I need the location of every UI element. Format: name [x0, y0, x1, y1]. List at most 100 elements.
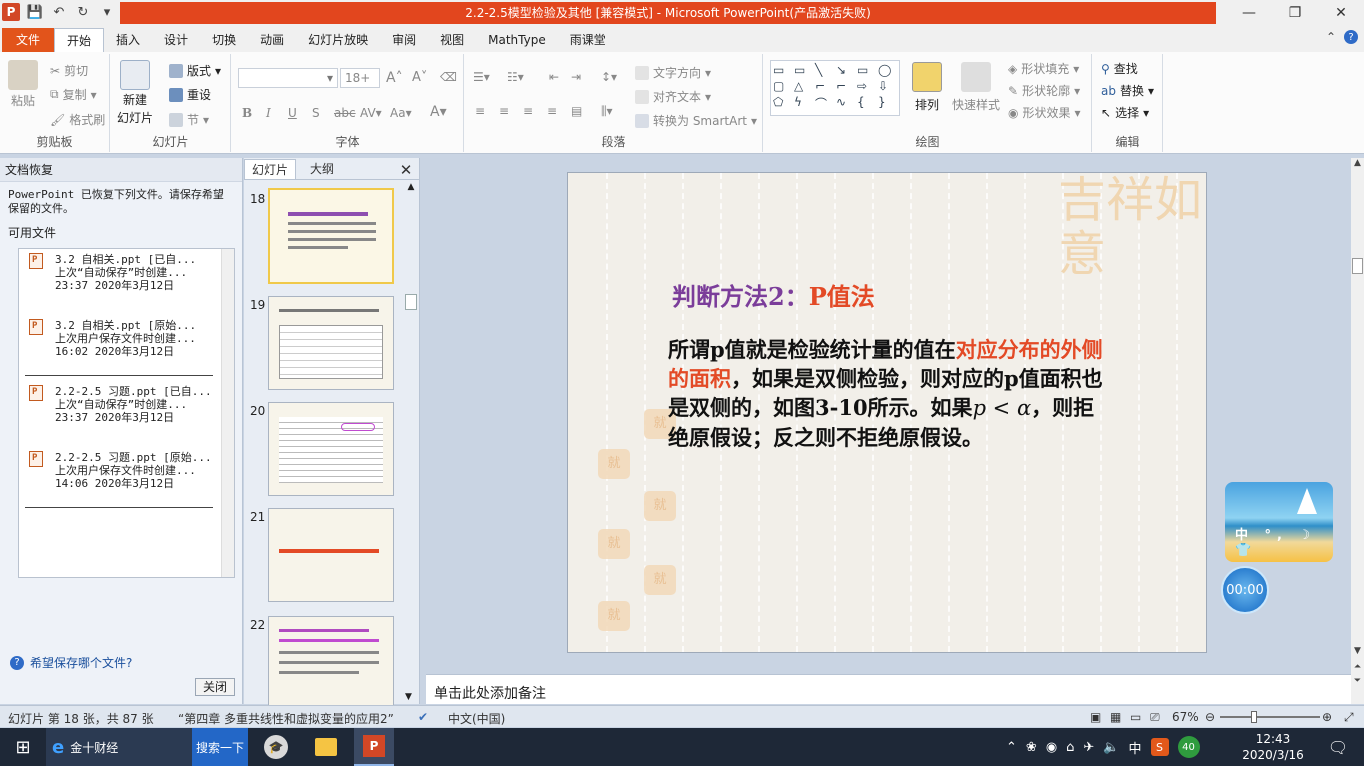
clear-format-icon[interactable]: ⌫ [440, 70, 457, 84]
reading-view-icon[interactable]: ▭ [1130, 710, 1141, 724]
line-shape-icon[interactable]: ╲ [815, 63, 835, 78]
fit-to-window-icon[interactable]: ⤢ [1344, 710, 1354, 725]
strikethrough-icon[interactable]: abc [334, 106, 356, 120]
ime-skin-widget[interactable]: 中 °, ☽ 👕 [1225, 482, 1333, 562]
columns-icon[interactable]: ⫼▾ [601, 104, 613, 119]
paste-button[interactable]: 粘贴 [8, 60, 38, 109]
minimize-button[interactable]: — [1226, 0, 1272, 26]
tab-slides[interactable]: 幻灯片 [244, 159, 296, 179]
connector-icon[interactable]: ⌐ [815, 79, 835, 94]
line-spacing-icon[interactable]: ↕▾ [601, 70, 617, 84]
left-brace-icon[interactable]: { [857, 95, 877, 113]
tab-animations[interactable]: 动画 [248, 28, 296, 52]
help-icon[interactable]: ? [1344, 30, 1358, 44]
scroll-thumb[interactable] [1352, 258, 1363, 274]
copy-button[interactable]: ⧉ 复制 ▾ [50, 86, 97, 103]
file-explorer-icon[interactable] [306, 728, 346, 766]
oval-shape-icon[interactable]: ◯ [878, 63, 898, 78]
tab-file[interactable]: 文件 [2, 28, 55, 52]
shapes-gallery[interactable]: ▭ ▭ ╲ ↘ ▭ ◯ ▢ △ ⌐ ⌐ ⇨ ⇩ ⬠ ϟ ⌒ ∿{} [770, 60, 900, 116]
align-right-icon[interactable]: ≡ [523, 104, 533, 118]
lightning-icon[interactable]: ϟ [794, 95, 814, 113]
tab-view[interactable]: 视图 [428, 28, 476, 52]
increase-indent-icon[interactable]: ⇥ [571, 70, 581, 84]
redo-icon[interactable]: ↻ [74, 3, 92, 21]
scroll-thumb[interactable] [405, 294, 417, 310]
select-button[interactable]: ↖ 选择 ▾ [1101, 104, 1149, 121]
taskbar-browser-app[interactable]: e 金十财经 [46, 728, 192, 766]
tab-mathtype[interactable]: MathType [476, 28, 558, 52]
spellcheck-icon[interactable]: ✔ [418, 710, 428, 724]
zoom-slider[interactable] [1220, 716, 1320, 718]
align-center-icon[interactable]: ≡ [499, 104, 509, 118]
close-pane-icon[interactable]: ✕ [399, 160, 413, 180]
rectangle-shape-icon[interactable]: ▭ [857, 63, 877, 78]
slide-title[interactable]: 判断方法2：P值法 [672, 277, 875, 312]
font-name-select[interactable]: ▾ [238, 68, 338, 88]
notification-icon[interactable]: 🗨 [1318, 728, 1358, 766]
graduation-app-icon[interactable]: 🎓 [256, 728, 296, 766]
down-arrow-icon[interactable]: ⇩ [878, 79, 898, 94]
powerpoint-logo-icon[interactable]: P [2, 3, 20, 21]
slide-thumbnail[interactable] [268, 508, 394, 602]
scroll-up-icon[interactable]: ▲ [1351, 158, 1364, 168]
volume-icon[interactable]: 🔈 [1103, 740, 1119, 755]
tab-home[interactable]: 开始 [54, 28, 105, 52]
list-item[interactable]: 3.2 自相关.ppt [已自... 上次“自动保存”时创建... 23:37 … [25, 253, 215, 292]
tab-rain-classroom[interactable]: 雨课堂 [558, 28, 618, 52]
recording-timer[interactable]: 00:00 [1221, 566, 1269, 614]
decrease-indent-icon[interactable]: ⇤ [549, 70, 559, 84]
italic-icon[interactable]: I [266, 106, 271, 120]
close-recovery-button[interactable]: 关闭 [195, 678, 235, 696]
maximize-button[interactable]: ❐ [1272, 0, 1318, 26]
smartart-button[interactable]: 转换为 SmartArt ▾ [635, 112, 757, 129]
thumbnails-scrollbar[interactable]: ▲ ▼ [405, 182, 417, 702]
ime-toolbar[interactable]: 中 °, ☽ 👕 [1235, 524, 1333, 558]
which-file-help-link[interactable]: ? 希望保存哪个文件? [10, 654, 132, 671]
minimize-ribbon-icon[interactable]: ⌃ [1326, 30, 1336, 44]
elbow-connector-icon[interactable]: ⌐ [836, 79, 856, 94]
arrow-line-icon[interactable]: ↘ [836, 63, 856, 78]
scroll-down-icon[interactable]: ▼ [405, 692, 412, 702]
align-left-icon[interactable]: ≡ [475, 104, 485, 118]
arrange-button[interactable]: 排列 [912, 62, 942, 113]
normal-view-icon[interactable]: ▣ [1090, 710, 1101, 724]
shadow-icon[interactable]: S [312, 106, 320, 120]
qq-icon[interactable]: ◉ [1046, 740, 1057, 755]
grow-font-icon[interactable]: A˄ [386, 70, 403, 86]
clock[interactable]: 12:43 2020/3/16 [1240, 728, 1306, 766]
font-color-icon[interactable]: A▾ [430, 104, 447, 120]
justify-icon[interactable]: ≡ [547, 104, 557, 118]
previous-slide-icon[interactable]: ⏶ [1351, 662, 1364, 672]
find-button[interactable]: ⚲ 查找 [1101, 60, 1138, 77]
zoom-level[interactable]: 67% [1172, 710, 1199, 724]
customize-qat-icon[interactable]: ▾ [98, 3, 116, 21]
scroll-up-icon[interactable]: ▲ [405, 182, 417, 192]
curve-icon[interactable]: ⌒ [815, 95, 835, 113]
cut-button[interactable]: ✂ 剪切 [50, 62, 88, 79]
sogou-icon[interactable]: S [1150, 738, 1169, 756]
slide-thumbnail[interactable] [268, 188, 394, 284]
theme-name[interactable]: “第四章 多重共线性和虚拟变量的应用2” [178, 710, 394, 727]
slide-sorter-icon[interactable]: ▦ [1110, 710, 1121, 724]
font-size-select[interactable]: 18+ [340, 68, 380, 88]
scroll-down-icon[interactable]: ▼ [1351, 646, 1364, 656]
shape-outline-button[interactable]: ✎ 形状轮廓 ▾ [1008, 82, 1080, 99]
layout-button[interactable]: 版式 ▾ [169, 62, 221, 79]
slide-scrollbar[interactable]: ▲ ▼ ⏶ ⏷ [1351, 158, 1364, 704]
textbox-shape-icon[interactable]: ▭ [773, 63, 793, 78]
list-item[interactable]: 2.2-2.5 习题.ppt [原始... 上次用户保存文件时创建... 14:… [25, 451, 215, 490]
slide-thumbnail[interactable] [268, 402, 394, 496]
tab-outline[interactable]: 大纲 [296, 159, 348, 179]
security-badge[interactable]: 40 [1177, 736, 1200, 758]
tab-insert[interactable]: 插入 [104, 28, 152, 52]
distributed-icon[interactable]: ▤ [571, 104, 582, 118]
language-indicator[interactable]: 中文(中国) [448, 710, 505, 727]
slide-thumbnail[interactable] [268, 296, 394, 390]
change-case-icon[interactable]: Aa▾ [390, 106, 412, 120]
zoom-slider-thumb[interactable] [1251, 711, 1257, 723]
slide-thumbnail[interactable] [268, 616, 394, 706]
powerpoint-taskbar-icon[interactable]: P [354, 728, 394, 766]
undo-icon[interactable]: ↶ [50, 3, 68, 21]
windows-start-icon[interactable]: ⊞ [0, 728, 46, 766]
